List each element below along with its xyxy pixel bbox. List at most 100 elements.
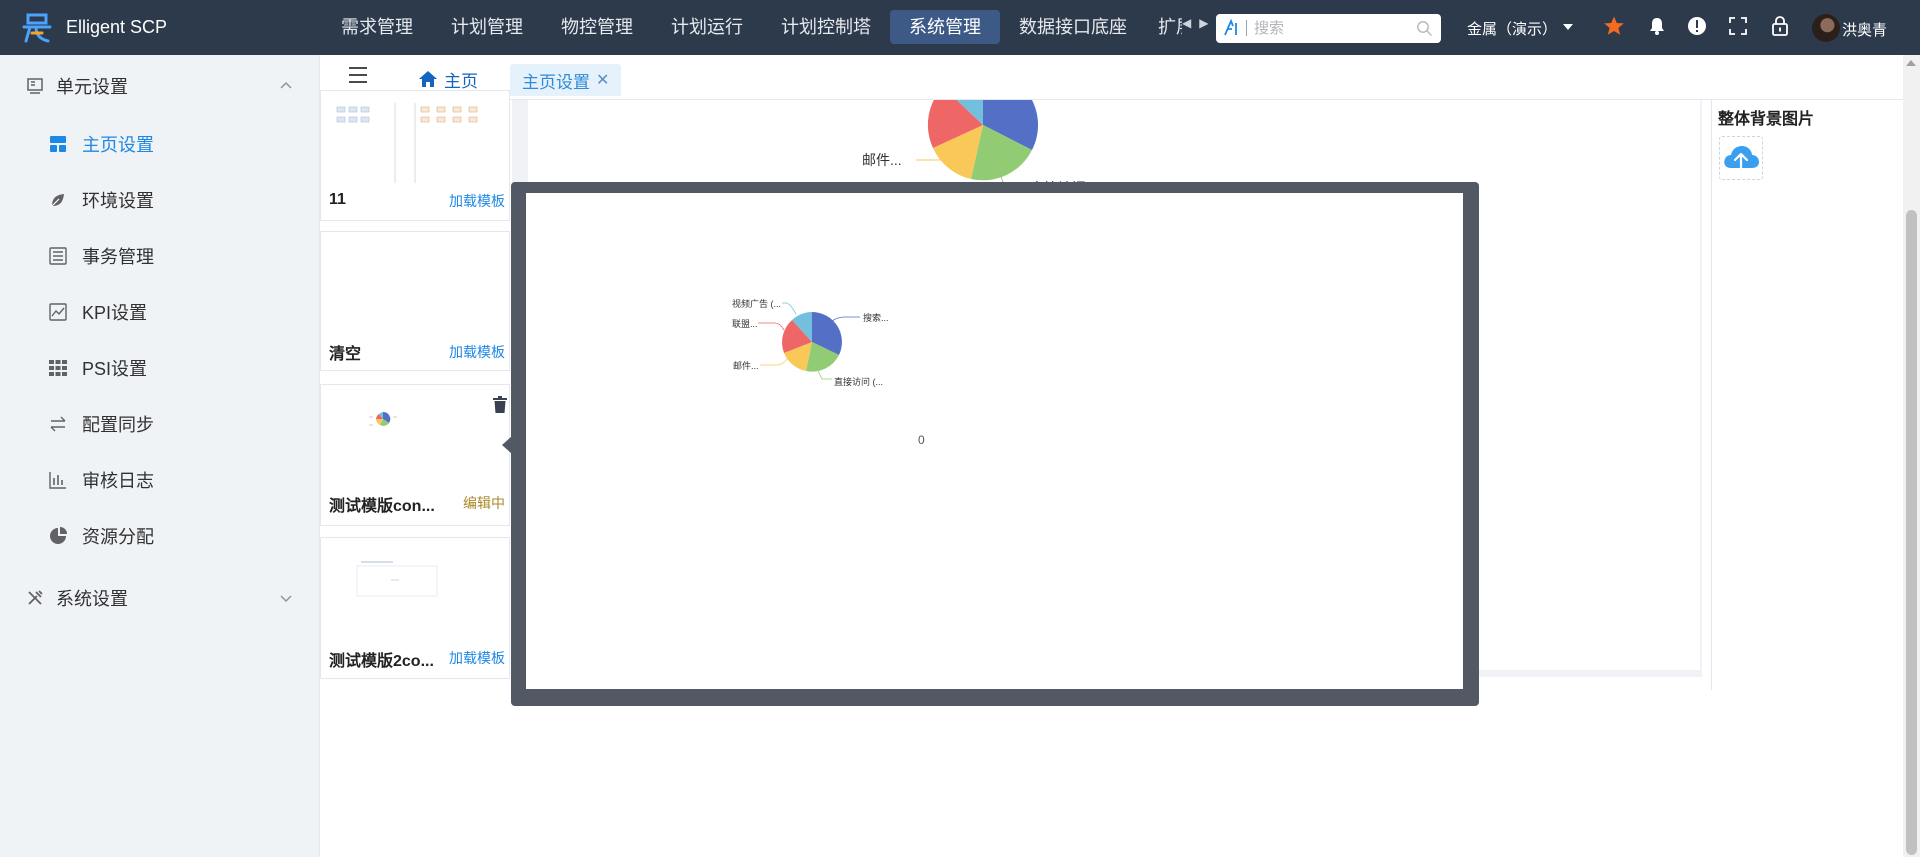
top-bar: Elligent SCP 需求管理 计划管理 物控管理 计划运行 计划控制塔 系… [0, 0, 1920, 55]
nav-data-interface[interactable]: 数据接口底座 [1000, 10, 1146, 44]
sidebar-item-psi[interactable]: PSI设置 [0, 340, 320, 396]
template-list: 11 加载模板 清空 加载模板 测试模版con... 编辑中 测试模版2co..… [320, 90, 510, 680]
bell-icon[interactable] [1646, 15, 1668, 37]
sidebar-item-label: 配置同步 [82, 415, 154, 435]
sidebar-item-transactions[interactable]: 事务管理 [0, 228, 320, 284]
chevron-down-icon[interactable] [1563, 24, 1573, 30]
tenant-selector[interactable]: 金属（演示） [1467, 18, 1557, 39]
scrollbar-thumb[interactable] [1906, 210, 1917, 855]
grid-icon [49, 360, 67, 376]
load-template-button[interactable]: 加载模板 [449, 191, 505, 211]
swap-icon [50, 416, 66, 432]
preview-label-direct: 直接访问 (... [834, 377, 883, 387]
background-image-title: 整体背景图片 [1718, 111, 1815, 128]
template-thumbnail [333, 103, 491, 183]
leaf-icon [51, 194, 64, 207]
nav-plan[interactable]: 计划管理 [432, 10, 542, 44]
star-icon[interactable] [1603, 15, 1625, 37]
preview-label-search: 搜索... [863, 313, 889, 323]
app-title: Elligent SCP [66, 17, 168, 37]
tab-home[interactable]: 主页 [418, 65, 478, 93]
sidebar-item-kpi[interactable]: KPI设置 [0, 284, 320, 340]
nav-prev-icon[interactable]: ◀ [1182, 16, 1191, 30]
search-icon[interactable] [1416, 20, 1433, 37]
sidebar-item-environment[interactable]: 环境设置 [0, 172, 320, 228]
sidebar: 单元设置 主页设置 环境设置 事务管理 KPI设置 PSI设置 配置同步 审核日… [0, 55, 320, 857]
chevron-down-icon [280, 595, 292, 603]
sidebar-item-resources[interactable]: 资源分配 [0, 508, 320, 564]
nav-demand[interactable]: 需求管理 [322, 10, 432, 44]
sidebar-group-unit-settings[interactable]: 单元设置 [0, 58, 320, 114]
sidebar-group-label: 单元设置 [56, 77, 128, 97]
nav-next-icon[interactable]: ▶ [1199, 16, 1208, 30]
pie-chart-icon [50, 527, 67, 544]
template-thumbnail [333, 548, 491, 632]
sidebar-item-home-settings[interactable]: 主页设置 [0, 116, 320, 172]
sidebar-item-label: 环境设置 [82, 191, 154, 211]
search-input[interactable] [1254, 14, 1404, 43]
delete-icon[interactable] [492, 396, 508, 414]
menu-toggle-icon[interactable] [348, 65, 368, 85]
sidebar-group-label: 系统设置 [56, 589, 128, 609]
template-thumbnail [333, 395, 491, 479]
sidebar-item-label: 主页设置 [82, 135, 154, 155]
nav-extension[interactable]: 扩展 [1144, 10, 1182, 44]
preview-screen: 视频广告 (... 联盟... 邮件... 搜索... 直接访问 (... 0 [526, 193, 1463, 689]
search-box [1216, 14, 1441, 43]
main-nav: 需求管理 计划管理 物控管理 计划运行 计划控制塔 系统管理 数据接口底座 [322, 10, 1146, 44]
chevron-up-icon [280, 81, 292, 89]
preview-pie-chart [758, 302, 860, 380]
app-logo-icon [22, 13, 52, 43]
avatar[interactable] [1812, 14, 1840, 42]
scroll-up-icon[interactable] [1906, 60, 1916, 66]
fullscreen-icon[interactable] [1727, 15, 1749, 37]
preview-label-union: 联盟... [732, 319, 758, 329]
template-card[interactable]: 清空 加载模板 [320, 231, 510, 371]
sidebar-item-label: 资源分配 [82, 527, 154, 547]
template-name: 清空 [329, 346, 362, 363]
preview-label-video: 视频广告 (... [732, 299, 781, 309]
lock-icon[interactable] [1769, 15, 1791, 37]
username[interactable]: 洪奥青 [1842, 19, 1887, 40]
close-icon[interactable]: ✕ [596, 70, 609, 90]
ai-icon[interactable] [1223, 19, 1241, 37]
tools-icon [28, 590, 43, 605]
editing-status: 编辑中 [463, 495, 505, 511]
upload-button[interactable] [1719, 136, 1763, 180]
sidebar-item-label: 审核日志 [82, 471, 154, 491]
sidebar-item-audit-log[interactable]: 审核日志 [0, 452, 320, 508]
nav-control-tower[interactable]: 计划控制塔 [762, 10, 890, 44]
tab-home-label: 主页 [444, 71, 478, 91]
preview-label-mail: 邮件... [733, 361, 759, 371]
tabs-bar: 主页 主页设置 ✕ [320, 55, 1920, 100]
template-name: 测试模版con... [329, 498, 435, 515]
tab-home-settings[interactable]: 主页设置 ✕ [510, 64, 622, 96]
template-card[interactable]: 测试模版2co... 加载模板 [320, 537, 510, 679]
tab-label: 主页设置 [522, 72, 590, 92]
nav-plan-run[interactable]: 计划运行 [652, 10, 762, 44]
sidebar-group-system-settings[interactable]: 系统设置 [0, 570, 320, 626]
template-card[interactable]: 测试模版con... 编辑中 [320, 384, 510, 526]
load-template-button[interactable]: 加载模板 [449, 342, 505, 362]
monitor-icon [27, 78, 43, 94]
alert-icon[interactable] [1686, 15, 1708, 37]
nav-system[interactable]: 系统管理 [890, 10, 1000, 44]
chart-label-mail: 邮件... [862, 152, 902, 168]
template-name: 11 [329, 191, 346, 208]
properties-panel: 整体背景图片 [1711, 100, 1901, 690]
dashboard-icon [50, 136, 66, 152]
line-chart-icon [49, 303, 67, 321]
preview-count: 0 [918, 433, 925, 447]
home-icon [419, 71, 437, 87]
nav-material[interactable]: 物控管理 [542, 10, 652, 44]
cloud-upload-icon [1724, 146, 1759, 171]
sidebar-item-sync[interactable]: 配置同步 [0, 396, 320, 452]
sidebar-item-label: KPI设置 [82, 303, 148, 323]
sidebar-item-label: PSI设置 [82, 359, 148, 379]
template-preview-popover: 视频广告 (... 联盟... 邮件... 搜索... 直接访问 (... 0 [511, 182, 1479, 706]
load-template-button[interactable]: 加载模板 [449, 648, 505, 668]
template-name: 测试模版2co... [329, 653, 434, 670]
template-card[interactable]: 11 加载模板 [320, 90, 510, 221]
bar-chart-icon [49, 472, 66, 489]
template-thumbnail [333, 242, 491, 326]
